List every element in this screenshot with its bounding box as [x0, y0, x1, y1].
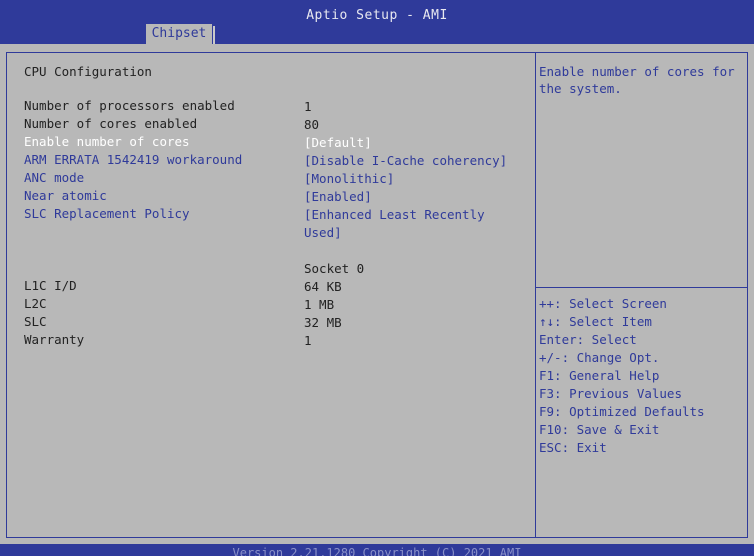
pane-divider-vertical — [535, 52, 536, 538]
socket-header-row: Socket 0 — [24, 260, 532, 278]
key-esc: ESC: Exit — [539, 440, 607, 455]
option-label: SLC Replacement Policy — [24, 206, 190, 221]
version-text: Version 2.21.1280 Copyright (C) 2021 AMI — [232, 546, 522, 556]
key-f3: F3: Previous Values — [539, 386, 682, 401]
row-value: 80 — [304, 117, 320, 132]
footer-bar: Version 2.21.1280 Copyright (C) 2021 AMI — [0, 544, 754, 556]
option-label: Near atomic — [24, 188, 107, 203]
key-enter: Enter: Select — [539, 332, 637, 347]
option-label: ARM ERRATA 1542419 workaround — [24, 152, 243, 167]
row-label: Warranty — [24, 332, 85, 347]
socket-header: Socket 0 — [304, 261, 365, 276]
info-row-slc: SLC 32 MB — [24, 314, 532, 332]
option-value[interactable]: [Monolithic] — [304, 170, 524, 188]
section-title: CPU Configuration — [24, 64, 152, 79]
option-label: ANC mode — [24, 170, 85, 185]
option-value[interactable]: [Disable I-Cache coherency] — [304, 152, 524, 170]
option-near-atomic[interactable]: Near atomic [Enabled] — [24, 188, 532, 206]
info-row-cores: Number of cores enabled 80 — [24, 116, 532, 134]
row-label: Number of cores enabled — [24, 116, 198, 131]
key-f10: F10: Save & Exit — [539, 422, 660, 437]
option-slc-replacement-policy[interactable]: SLC Replacement Policy [Enhanced Least R… — [24, 206, 532, 242]
key-change-opt: +/-: Change Opt. — [539, 350, 660, 365]
option-anc-mode[interactable]: ANC mode [Monolithic] — [24, 170, 532, 188]
row-value: 1 MB — [304, 297, 335, 312]
help-text: Enable number of cores for the system. — [539, 64, 735, 96]
row-value: 32 MB — [304, 315, 342, 330]
title-bar: Aptio Setup - AMI Chipset — [0, 0, 754, 44]
key-legend: ++: Select Screen ↑↓: Select Item Enter:… — [539, 295, 744, 457]
app-title: Aptio Setup - AMI — [306, 8, 448, 23]
info-row-processors: Number of processors enabled 1 — [24, 98, 532, 116]
row-value: 1 — [304, 333, 312, 348]
key-f9: F9: Optimized Defaults — [539, 404, 705, 419]
row-label: L1C I/D — [24, 278, 77, 293]
row-label: SLC — [24, 314, 47, 329]
pane-divider-horizontal — [536, 287, 748, 288]
key-select-screen: ++: Select Screen — [539, 296, 667, 311]
key-select-item: ↑↓: Select Item — [539, 314, 652, 329]
option-value[interactable]: [Default] — [304, 134, 524, 152]
key-f1: F1: General Help — [539, 368, 660, 383]
option-arm-errata[interactable]: ARM ERRATA 1542419 workaround [Disable I… — [24, 152, 532, 170]
row-label: Number of processors enabled — [24, 98, 235, 113]
option-value[interactable]: [Enhanced Least Recently Used] — [304, 206, 524, 242]
info-row-l1c: L1C I/D 64 KB — [24, 278, 532, 296]
info-row-l2c: L2C 1 MB — [24, 296, 532, 314]
row-value: 1 — [304, 99, 312, 114]
row-label: L2C — [24, 296, 47, 311]
tab-divider — [213, 26, 215, 44]
option-value[interactable]: [Enabled] — [304, 188, 524, 206]
option-label: Enable number of cores — [24, 134, 190, 149]
tab-chipset[interactable]: Chipset — [146, 24, 212, 44]
info-row-warranty: Warranty 1 — [24, 332, 532, 350]
option-enable-number-of-cores[interactable]: Enable number of cores [Default] — [24, 134, 532, 152]
row-value: 64 KB — [304, 279, 342, 294]
